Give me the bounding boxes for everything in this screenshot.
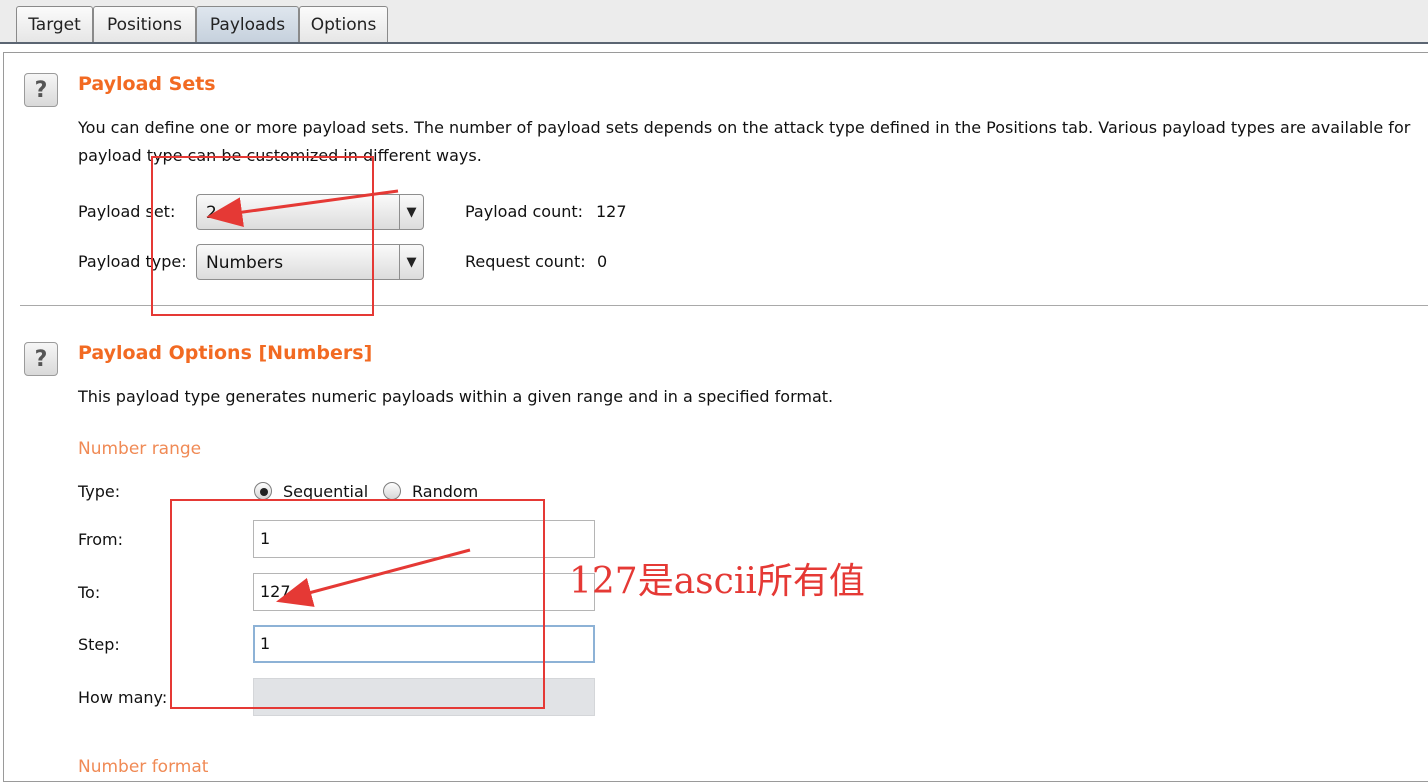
to-label: To: xyxy=(78,583,101,602)
sequential-radio[interactable] xyxy=(254,482,272,500)
payload-sets-description-line1: You can define one or more payload sets.… xyxy=(78,118,1411,137)
random-radio[interactable] xyxy=(383,482,401,500)
tab-underline xyxy=(0,42,1428,44)
tab-payloads[interactable]: Payloads xyxy=(196,6,299,42)
payload-set-dropdown[interactable]: 2 ▼ xyxy=(196,194,424,230)
payload-type-dropdown[interactable]: Numbers ▼ xyxy=(196,244,424,280)
tab-target[interactable]: Target xyxy=(16,6,93,42)
request-count-value: 0 xyxy=(597,252,608,271)
payload-set-value: 2 xyxy=(206,203,217,223)
from-label: From: xyxy=(78,530,124,549)
payload-options-description: This payload type generates numeric payl… xyxy=(78,387,834,406)
tab-bar: Target Positions Payloads Options xyxy=(0,0,1428,44)
type-label: Type: xyxy=(78,482,121,501)
payload-count-label: Payload count: xyxy=(465,202,584,221)
dropdown-arrow-icon[interactable]: ▼ xyxy=(399,195,423,229)
to-input[interactable]: 127 xyxy=(253,573,595,611)
payload-sets-title: Payload Sets xyxy=(78,73,216,95)
help-icon[interactable]: ? xyxy=(24,342,58,376)
payload-options-title: Payload Options [Numbers] xyxy=(78,342,373,364)
tab-positions[interactable]: Positions xyxy=(93,6,196,42)
random-label[interactable]: Random xyxy=(412,482,478,501)
how-many-label: How many: xyxy=(78,688,168,707)
annotation-text: 127是ascii所有值 xyxy=(569,561,865,602)
request-count-label: Request count: xyxy=(465,252,586,271)
help-icon[interactable]: ? xyxy=(24,73,58,107)
number-format-heading: Number format xyxy=(78,757,209,777)
how-many-input xyxy=(253,678,595,716)
tab-options[interactable]: Options xyxy=(299,6,388,42)
dropdown-arrow-icon[interactable]: ▼ xyxy=(399,245,423,279)
step-input[interactable]: 1 xyxy=(253,625,595,663)
payload-sets-description-line2: payload type can be customized in differ… xyxy=(78,146,482,165)
step-label: Step: xyxy=(78,635,120,654)
section-divider xyxy=(20,305,1428,306)
payload-type-label: Payload type: xyxy=(78,252,187,271)
number-range-heading: Number range xyxy=(78,439,202,459)
payload-type-value: Numbers xyxy=(206,253,284,273)
from-input[interactable]: 1 xyxy=(253,520,595,558)
payload-count-value: 127 xyxy=(596,202,627,221)
sequential-label[interactable]: Sequential xyxy=(283,482,368,501)
payload-set-label: Payload set: xyxy=(78,202,176,221)
